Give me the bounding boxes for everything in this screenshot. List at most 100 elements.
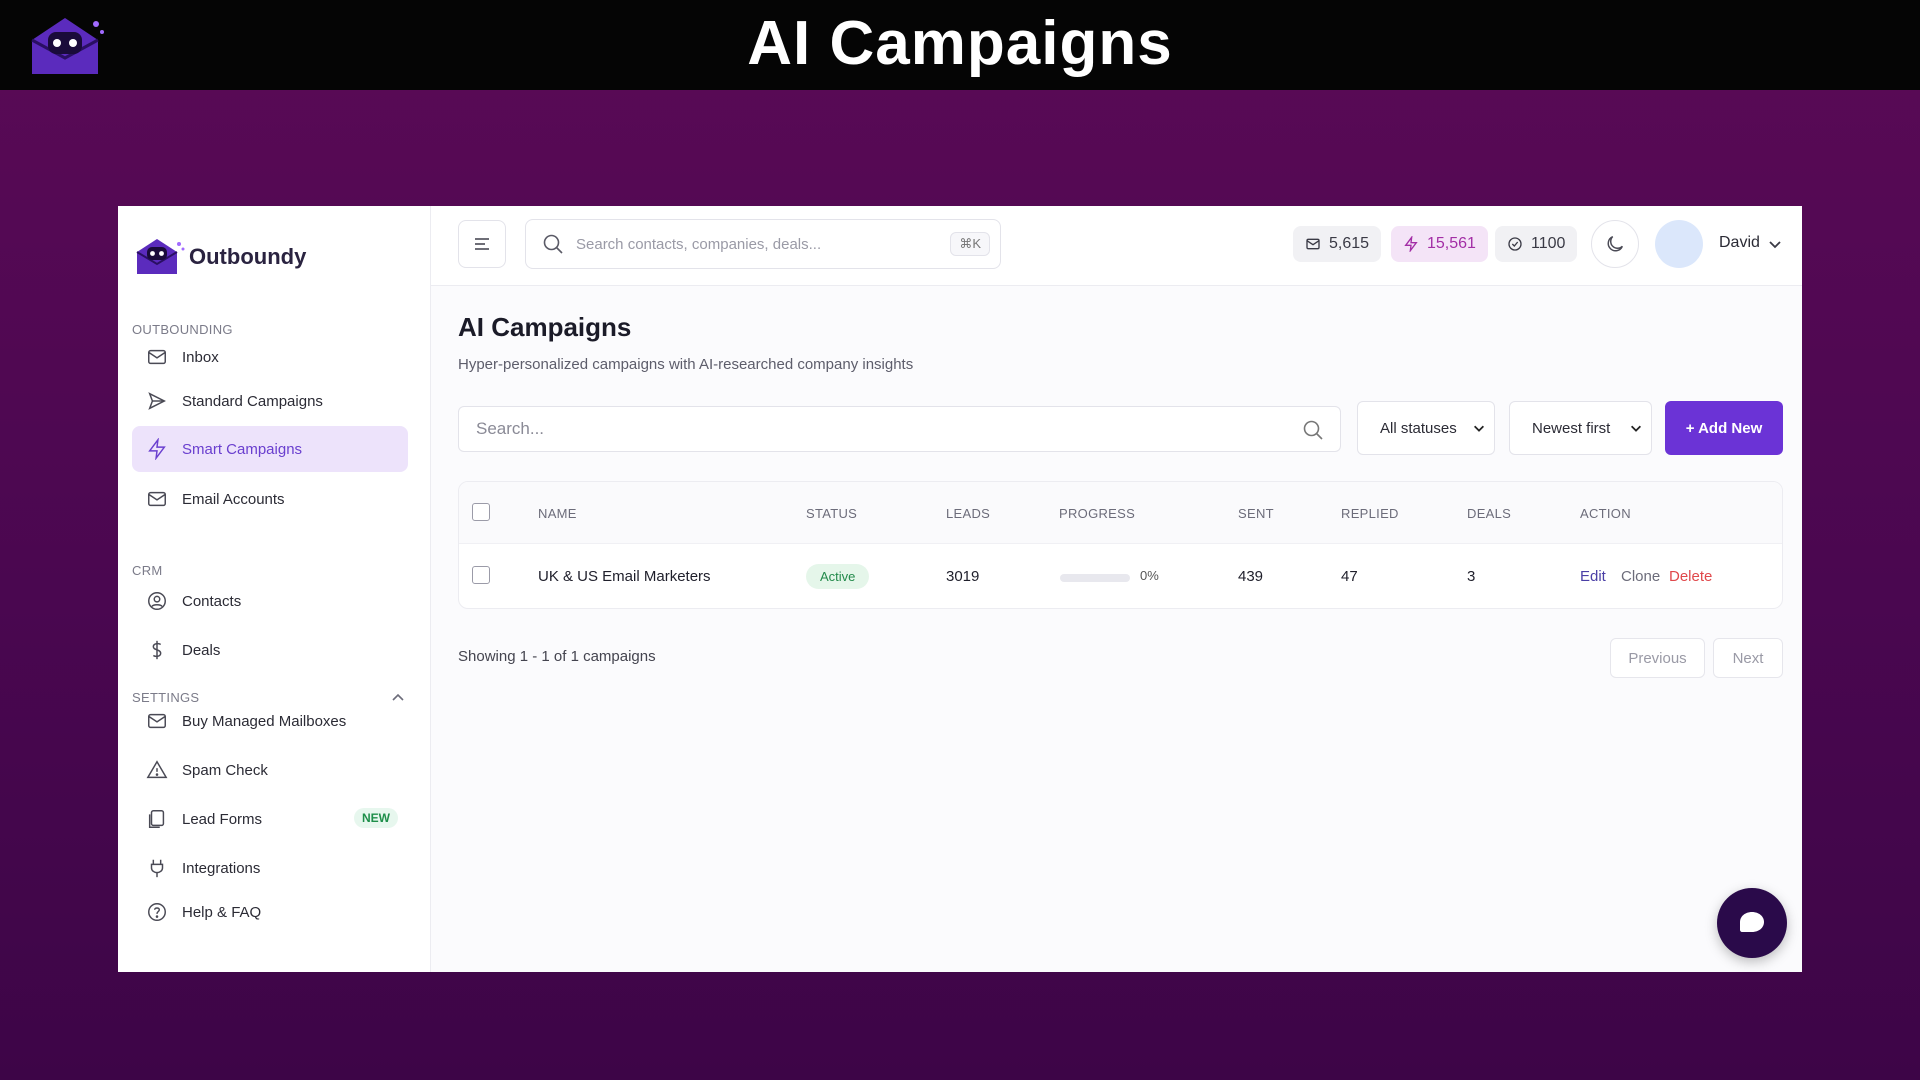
campaign-search-input[interactable] bbox=[476, 419, 1276, 439]
mail-icon bbox=[146, 710, 168, 732]
sidebar-item-contacts[interactable]: Contacts bbox=[132, 578, 408, 624]
column-header-deals[interactable]: DEALS bbox=[1467, 506, 1511, 521]
plug-icon bbox=[146, 857, 168, 879]
select-all-checkbox[interactable] bbox=[472, 503, 490, 521]
search-icon bbox=[543, 234, 563, 254]
check-circle-icon bbox=[1508, 237, 1522, 251]
sidebar-item-label: Spam Check bbox=[182, 761, 268, 779]
pagination-summary: Showing 1 - 1 of 1 campaigns bbox=[458, 648, 656, 665]
moon-icon bbox=[1607, 235, 1624, 252]
search-shortcut: ⌘K bbox=[950, 232, 990, 256]
verified-count: 1100 bbox=[1531, 235, 1566, 252]
credits-count: 15,561 bbox=[1427, 235, 1476, 252]
mail-icon bbox=[146, 488, 168, 510]
campaigns-table: NAME STATUS LEADS PROGRESS SENT REPLIED … bbox=[458, 481, 1783, 609]
column-header-progress[interactable]: PROGRESS bbox=[1059, 506, 1135, 521]
menu-icon bbox=[475, 238, 489, 250]
verified-badge[interactable]: 1100 bbox=[1495, 226, 1578, 262]
send-icon bbox=[146, 390, 168, 412]
status-filter-value: All statuses bbox=[1380, 419, 1457, 437]
column-header-status[interactable]: STATUS bbox=[806, 506, 857, 521]
sidebar-item-help-faq[interactable]: Help & FAQ bbox=[132, 889, 408, 935]
next-button[interactable]: Next bbox=[1713, 638, 1783, 678]
status-filter-select[interactable]: All statuses bbox=[1357, 401, 1495, 455]
sort-select[interactable]: Newest first bbox=[1509, 401, 1652, 455]
campaign-name[interactable]: UK & US Email Marketers bbox=[538, 568, 711, 585]
sidebar-item-label: Deals bbox=[182, 641, 221, 659]
sidebar-item-label: Buy Managed Mailboxes bbox=[182, 712, 347, 730]
help-icon bbox=[146, 901, 168, 923]
chevron-down-icon bbox=[1474, 425, 1484, 432]
chevron-down-icon bbox=[1631, 425, 1641, 432]
brand-name: Outboundy bbox=[189, 244, 307, 269]
sidebar-item-email-accounts[interactable]: Email Accounts bbox=[132, 476, 408, 522]
delete-button[interactable]: Delete bbox=[1669, 568, 1712, 585]
app-window: Outboundy OUTBOUNDING Inbox Standard Cam… bbox=[118, 206, 1802, 972]
credits-badge[interactable]: 15,561 bbox=[1391, 226, 1488, 262]
sidebar-item-lead-forms[interactable]: Lead Forms NEW bbox=[132, 796, 408, 842]
bolt-icon bbox=[1404, 236, 1418, 252]
deals-value: 3 bbox=[1467, 568, 1476, 585]
sidebar: Outboundy OUTBOUNDING Inbox Standard Cam… bbox=[118, 206, 431, 972]
theme-toggle-button[interactable] bbox=[1591, 220, 1639, 268]
brand[interactable]: Outboundy bbox=[133, 236, 306, 278]
chat-icon bbox=[1740, 912, 1764, 932]
sort-value: Newest first bbox=[1532, 419, 1611, 437]
sidebar-item-inbox[interactable]: Inbox bbox=[132, 334, 408, 380]
warning-icon bbox=[146, 759, 168, 781]
email-count: 5,615 bbox=[1329, 235, 1370, 252]
section-label-crm: CRM bbox=[132, 563, 163, 578]
user-name[interactable]: David bbox=[1719, 234, 1760, 252]
mail-icon bbox=[146, 346, 168, 368]
edit-button[interactable]: Edit bbox=[1580, 568, 1606, 585]
sent-value: 439 bbox=[1238, 568, 1264, 585]
leads-value: 3019 bbox=[946, 568, 980, 585]
avatar[interactable] bbox=[1655, 220, 1703, 268]
dollar-icon bbox=[146, 639, 168, 661]
replied-value: 47 bbox=[1341, 568, 1358, 585]
row-checkbox[interactable] bbox=[472, 566, 490, 584]
column-header-replied[interactable]: REPLIED bbox=[1341, 506, 1399, 521]
user-circle-icon bbox=[146, 590, 168, 612]
page-subtitle: Hyper-personalized campaigns with AI-res… bbox=[458, 356, 914, 373]
search-icon bbox=[1303, 420, 1323, 440]
progress-label: 0% bbox=[1140, 568, 1159, 583]
column-header-action: ACTION bbox=[1580, 506, 1631, 521]
page-title: AI Campaigns bbox=[458, 312, 632, 342]
bolt-icon bbox=[146, 438, 168, 460]
document-icon bbox=[146, 808, 168, 830]
sidebar-item-standard-campaigns[interactable]: Standard Campaigns bbox=[132, 378, 408, 424]
progress-bar bbox=[1060, 574, 1130, 582]
sidebar-item-label: Help & FAQ bbox=[182, 903, 262, 921]
clone-button[interactable]: Clone bbox=[1621, 568, 1660, 585]
top-banner: AI Campaigns bbox=[0, 0, 1920, 90]
sidebar-item-smart-campaigns[interactable]: Smart Campaigns bbox=[132, 426, 408, 472]
sidebar-item-label: Contacts bbox=[182, 592, 242, 610]
new-badge: NEW bbox=[354, 808, 398, 828]
menu-toggle-button[interactable] bbox=[458, 220, 506, 268]
sidebar-item-label: Smart Campaigns bbox=[182, 440, 303, 458]
chat-widget-button[interactable] bbox=[1717, 888, 1787, 958]
banner-title: AI Campaigns bbox=[747, 9, 1173, 78]
column-header-name[interactable]: NAME bbox=[538, 506, 577, 521]
sidebar-item-label: Email Accounts bbox=[182, 490, 285, 508]
sidebar-item-spam-check[interactable]: Spam Check bbox=[132, 747, 408, 793]
email-count-badge[interactable]: 5,615 bbox=[1293, 226, 1382, 262]
campaign-search bbox=[458, 406, 1341, 452]
topbar: ⌘K 5,615 15,561 1100 David bbox=[431, 206, 1802, 286]
column-header-leads[interactable]: LEADS bbox=[946, 506, 990, 521]
sidebar-item-deals[interactable]: Deals bbox=[132, 627, 408, 673]
global-search: ⌘K bbox=[525, 219, 1001, 269]
mail-icon bbox=[1306, 238, 1320, 250]
sidebar-item-integrations[interactable]: Integrations bbox=[132, 845, 408, 891]
add-new-button[interactable]: + Add New bbox=[1665, 401, 1783, 455]
sidebar-item-label: Standard Campaigns bbox=[182, 392, 323, 410]
previous-button[interactable]: Previous bbox=[1610, 638, 1705, 678]
sidebar-item-buy-managed-mailboxes[interactable]: Buy Managed Mailboxes bbox=[132, 698, 408, 744]
status-badge: Active bbox=[806, 564, 870, 589]
column-header-sent[interactable]: SENT bbox=[1238, 506, 1274, 521]
chevron-down-icon[interactable] bbox=[1767, 236, 1783, 252]
sidebar-item-label: Integrations bbox=[182, 859, 261, 877]
sidebar-item-label: Inbox bbox=[182, 348, 219, 366]
global-search-input[interactable] bbox=[576, 235, 916, 253]
